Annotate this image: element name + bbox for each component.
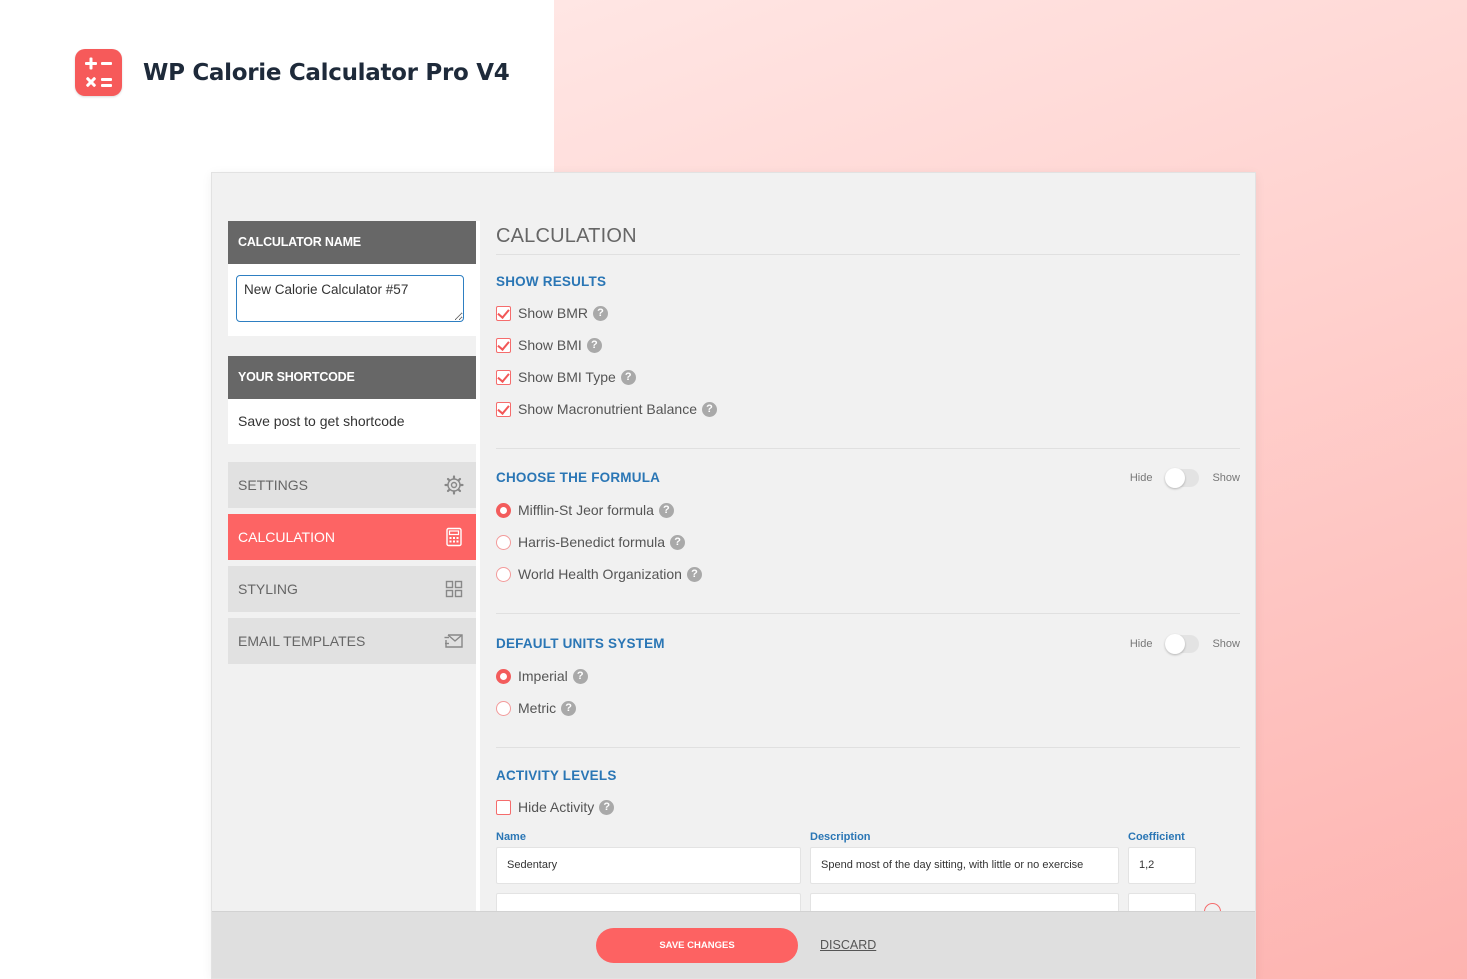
formula-visibility-toggle[interactable]: Hide Show <box>1129 468 1240 488</box>
nav-item-label: STYLING <box>238 581 298 597</box>
column-header-name: Name <box>496 831 526 843</box>
show-results-title: SHOW RESULTS <box>496 274 607 289</box>
shortcode-text: Save post to get shortcode <box>228 399 476 444</box>
calculation-content: CALCULATION SHOW RESULTS Show BMR ? Show… <box>496 225 1240 943</box>
help-icon[interactable]: ? <box>620 369 636 385</box>
activity-coefficient-input[interactable]: 1,2 <box>1128 847 1196 884</box>
help-icon[interactable]: ? <box>658 502 674 518</box>
divider <box>496 747 1240 748</box>
checkbox[interactable] <box>496 305 511 321</box>
radio-harris-benedict[interactable]: Harris-Benedict formula ? <box>496 526 1240 558</box>
calculator-name-box: New Calorie Calculator #57 <box>228 264 476 336</box>
calculator-name-header: CALCULATOR NAME <box>228 221 476 264</box>
checkbox-hide-activity[interactable]: Hide Activity ? <box>496 791 1240 823</box>
radio-button[interactable] <box>496 534 511 550</box>
radio-button[interactable] <box>496 502 511 518</box>
activity-name-input[interactable]: Sedentary <box>496 847 801 884</box>
help-icon[interactable]: ? <box>599 799 615 815</box>
toggle-switch[interactable] <box>1165 634 1200 654</box>
units-visibility-toggle[interactable]: Hide Show <box>1129 634 1240 654</box>
help-icon[interactable]: ? <box>572 668 588 684</box>
radio-label: Imperial <box>518 668 568 684</box>
calculator-name-input[interactable]: New Calorie Calculator #57 <box>236 275 464 322</box>
divider <box>496 613 1240 614</box>
gear-icon <box>444 475 464 495</box>
toggle-show-label: Show <box>1212 638 1240 650</box>
divider <box>496 448 1240 449</box>
units-options: Imperial ? Metric ? <box>496 660 1240 724</box>
discard-link[interactable]: DISCARD <box>820 938 876 952</box>
radio-label: Harris-Benedict formula <box>518 534 666 550</box>
footer-bar: SAVE CHANGES DISCARD <box>212 911 1255 978</box>
activity-description-input[interactable]: Spend most of the day sitting, with litt… <box>810 847 1119 884</box>
radio-label: Mifflin-St Jeor formula <box>518 502 654 518</box>
radio-button[interactable] <box>496 566 511 582</box>
radio-button[interactable] <box>496 700 511 716</box>
show-results-list: Show BMR ? Show BMI ? Show BMI Type ? Sh… <box>496 297 1240 425</box>
checkbox-label: Hide Activity <box>518 799 595 815</box>
units-title: DEFAULT UNITS SYSTEM <box>496 636 665 651</box>
column-header-coefficient: Coefficient <box>1128 831 1185 843</box>
help-icon[interactable]: ? <box>670 534 686 550</box>
activity-hide: Hide Activity ? <box>496 791 1240 823</box>
help-icon[interactable]: ? <box>686 566 702 582</box>
radio-world-health-organization[interactable]: World Health Organization ? <box>496 558 1240 590</box>
page-title: CALCULATION <box>496 225 1240 255</box>
nav-item-styling[interactable]: STYLING <box>228 566 476 612</box>
checkbox-show-bmi-type[interactable]: Show BMI Type ? <box>496 361 1240 393</box>
checkbox-show-bmi[interactable]: Show BMI ? <box>496 329 1240 361</box>
shortcode-header: YOUR SHORTCODE <box>228 356 476 399</box>
brand-header: WP Calorie Calculator Pro V4 <box>75 49 510 96</box>
radio-mifflin-st-jeor[interactable]: Mifflin-St Jeor formula ? <box>496 494 1240 526</box>
nav-item-label: CALCULATION <box>238 529 335 545</box>
help-icon[interactable]: ? <box>593 305 609 321</box>
units-header: DEFAULT UNITS SYSTEM Hide Show <box>496 634 1240 654</box>
activity-levels-title: ACTIVITY LEVELS <box>496 768 617 783</box>
calculator-icon <box>75 49 122 96</box>
nav-item-label: SETTINGS <box>238 477 309 493</box>
radio-label: World Health Organization <box>518 566 682 582</box>
formula-header: CHOOSE THE FORMULA Hide Show <box>496 468 1240 488</box>
checkbox-label: Show BMI Type <box>518 369 616 385</box>
column-header-description: Description <box>810 831 871 843</box>
checkbox[interactable] <box>496 337 511 353</box>
help-icon[interactable]: ? <box>561 700 577 716</box>
toggle-show-label: Show <box>1212 472 1240 484</box>
nav-item-calculation[interactable]: CALCULATION <box>228 514 476 560</box>
formula-options: Mifflin-St Jeor formula ? Harris-Benedic… <box>496 494 1240 590</box>
radio-imperial[interactable]: Imperial ? <box>496 660 1240 692</box>
checkbox-show-macronutrient-balance[interactable]: Show Macronutrient Balance ? <box>496 393 1240 425</box>
toggle-switch[interactable] <box>1165 468 1200 488</box>
calculator-icon <box>446 527 462 547</box>
grid-icon <box>445 580 463 598</box>
help-icon[interactable]: ? <box>586 337 602 353</box>
toggle-hide-label: Hide <box>1129 472 1153 484</box>
checkbox-label: Show BMI <box>518 337 582 353</box>
envelope-icon <box>444 634 463 648</box>
app-title: WP Calorie Calculator Pro V4 <box>143 59 510 86</box>
radio-button[interactable] <box>496 668 511 684</box>
column-divider <box>476 221 480 978</box>
checkbox-label: Show Macronutrient Balance <box>518 401 697 417</box>
nav-item-email-templates[interactable]: EMAIL TEMPLATES <box>228 618 476 664</box>
checkbox-label: Show BMR <box>518 305 589 321</box>
calculator-settings-panel: CALCULATOR NAME New Calorie Calculator #… <box>211 172 1256 979</box>
save-changes-button[interactable]: SAVE CHANGES <box>596 928 798 963</box>
formula-title: CHOOSE THE FORMULA <box>496 470 661 485</box>
nav-item-label: EMAIL TEMPLATES <box>238 633 366 649</box>
checkbox-show-bmr[interactable]: Show BMR ? <box>496 297 1240 329</box>
checkbox[interactable] <box>496 401 511 417</box>
checkbox[interactable] <box>496 799 511 815</box>
radio-metric[interactable]: Metric ? <box>496 692 1240 724</box>
sidebar: CALCULATOR NAME New Calorie Calculator #… <box>228 221 476 664</box>
checkbox[interactable] <box>496 369 511 385</box>
nav-item-settings[interactable]: SETTINGS <box>228 462 476 508</box>
help-icon[interactable]: ? <box>702 401 717 417</box>
toggle-hide-label: Hide <box>1129 638 1153 650</box>
radio-label: Metric <box>518 700 557 716</box>
